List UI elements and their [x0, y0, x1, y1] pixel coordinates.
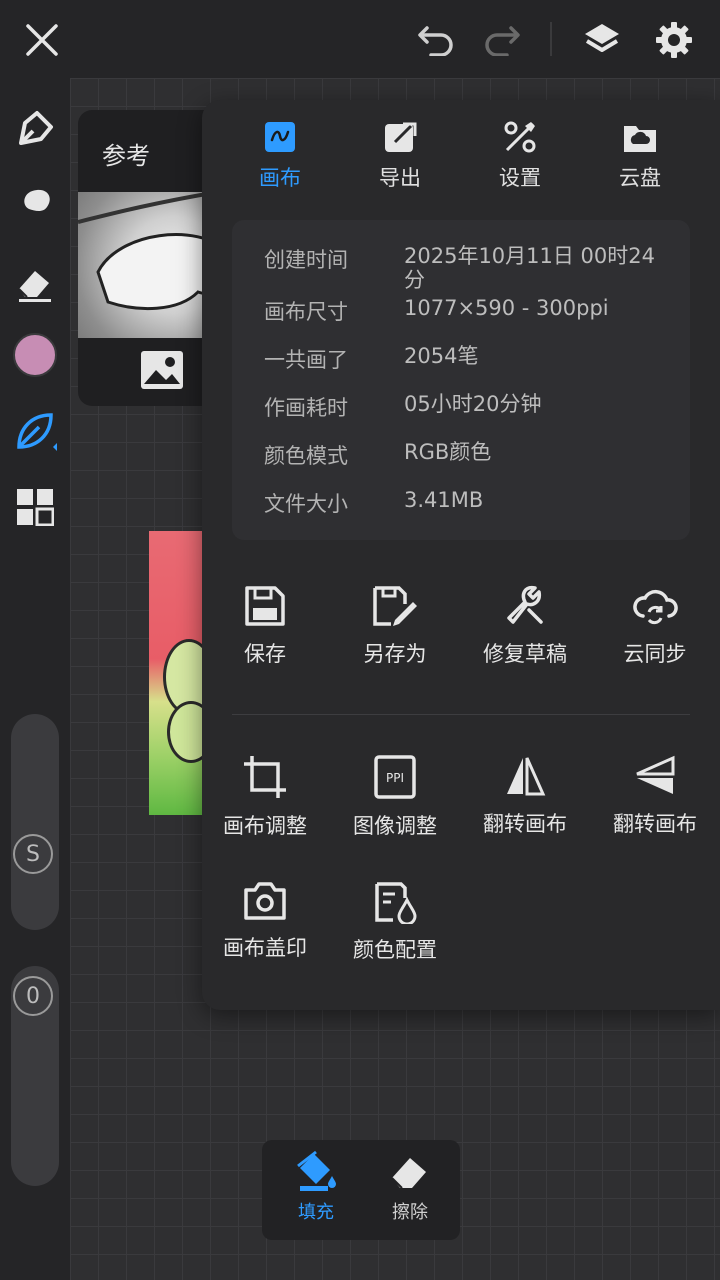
canvas-info-box: 创建时间 2025年10月11日 00时24分 画布尺寸 1077×590 - …	[232, 220, 690, 540]
tab-canvas[interactable]: 画布	[220, 120, 340, 192]
flip-horizontal-icon	[507, 757, 546, 796]
flip-horizontal-button[interactable]: 翻转画布	[460, 754, 590, 838]
erase-button[interactable]: 擦除	[362, 1150, 458, 1224]
canvas-icon	[265, 122, 295, 152]
menu-tabs: 画布 导出 设置 云盘	[202, 120, 720, 200]
bottom-tool-bar: 填充 擦除	[262, 1140, 460, 1240]
eraser-icon[interactable]	[10, 258, 60, 308]
canvas-stamp-button[interactable]: 画布盖印	[200, 880, 330, 962]
cloud-sync-icon	[633, 589, 678, 625]
image-adjust-button[interactable]: PPI 图像调整	[330, 754, 460, 840]
brush-size-slider[interactable]: S	[11, 714, 59, 930]
leaf-brush-icon[interactable]	[10, 406, 60, 456]
undo-icon[interactable]	[414, 18, 458, 62]
tool-sidebar: S 0	[0, 78, 70, 1280]
opacity-knob[interactable]: 0	[13, 976, 53, 1016]
eraser-icon	[391, 1158, 426, 1189]
crop-icon	[244, 756, 286, 798]
flip-vertical-button[interactable]: 翻转画布	[590, 754, 720, 838]
info-row-size: 画布尺寸 1077×590 - 300ppi	[264, 296, 609, 324]
repair-icon	[507, 585, 543, 624]
fill-button[interactable]: 填充	[268, 1150, 364, 1224]
canvas-menu-popup: 画布 导出 设置 云盘 创建时间 2025年10月11日 00时24分 画布尺寸…	[202, 100, 720, 1010]
settings-tools-icon	[504, 121, 536, 153]
canvas-adjust-button[interactable]: 画布调整	[200, 754, 330, 840]
ppi-icon: PPI	[374, 755, 416, 799]
save-as-icon	[373, 586, 417, 626]
toolbar-divider	[550, 22, 552, 56]
tab-cloud[interactable]: 云盘	[580, 120, 700, 192]
camera-icon	[244, 882, 286, 920]
save-button[interactable]: 保存	[200, 584, 330, 668]
redo-icon[interactable]	[480, 18, 524, 62]
repair-draft-button[interactable]: 修复草稿	[460, 584, 590, 668]
info-row-strokes: 一共画了 2054笔	[264, 344, 479, 372]
reference-title: 参考	[102, 142, 150, 170]
color-profile-icon	[375, 882, 417, 924]
info-row-color-mode: 颜色模式 RGB颜色	[264, 440, 492, 468]
tab-export[interactable]: 导出	[340, 120, 460, 192]
top-toolbar	[0, 0, 720, 78]
layers-icon[interactable]	[578, 16, 626, 64]
cloud-sync-button[interactable]: 云同步	[590, 584, 720, 668]
info-row-file-size: 文件大小 3.41MB	[264, 488, 484, 516]
flip-vertical-icon	[636, 755, 675, 794]
close-icon[interactable]	[20, 18, 64, 62]
image-icon[interactable]	[140, 350, 184, 394]
size-knob[interactable]: S	[13, 834, 53, 874]
info-row-duration: 作画耗时 05小时20分钟	[264, 392, 542, 420]
opacity-slider[interactable]: 0	[11, 966, 59, 1186]
color-swatch[interactable]	[10, 330, 60, 380]
save-icon	[245, 586, 285, 626]
export-icon	[385, 122, 417, 152]
pen-icon[interactable]	[10, 104, 60, 154]
grid-icon[interactable]	[10, 482, 60, 532]
svg-text:PPI: PPI	[386, 771, 404, 785]
section-divider	[232, 714, 690, 715]
info-row-created: 创建时间 2025年10月11日 00时24分	[264, 244, 656, 290]
paint-bucket-icon	[297, 1150, 336, 1191]
cloud-drive-icon	[624, 126, 656, 152]
smudge-icon[interactable]	[10, 180, 60, 230]
color-profile-button[interactable]: 颜色配置	[330, 880, 460, 964]
save-as-button[interactable]: 另存为	[330, 584, 460, 668]
tab-settings[interactable]: 设置	[460, 120, 580, 192]
gear-icon[interactable]	[650, 16, 698, 64]
